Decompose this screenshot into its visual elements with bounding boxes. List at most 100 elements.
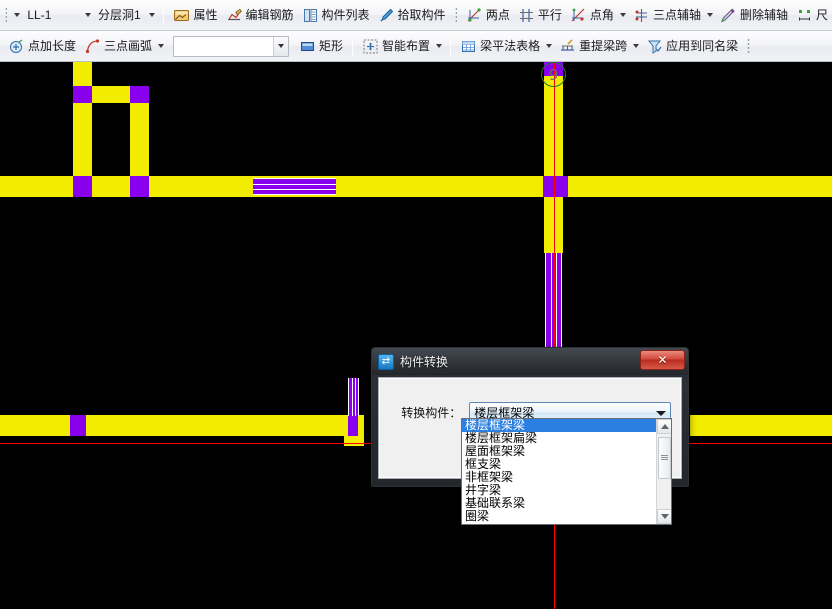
beam-vertical-left[interactable] [73, 103, 92, 178]
column-joint-c[interactable] [73, 176, 92, 197]
beam-horizontal-lower-1[interactable] [0, 415, 70, 436]
component-combo-caret-icon[interactable] [14, 13, 21, 17]
parallel-label: 平行 [537, 8, 562, 22]
conversion-target-label: 转换构件： [401, 406, 462, 420]
pick-component-label: 拾取构件 [397, 8, 446, 22]
beam-horizontal-lower-2[interactable] [86, 415, 344, 436]
component-name-value: LL-1 [27, 8, 52, 22]
selected-beam-horizontal[interactable] [253, 178, 336, 195]
point-add-length-button[interactable]: 点加长度 [4, 35, 80, 58]
point-add-length-icon [8, 38, 25, 55]
toolbar-row-primary: LL-1 分层洞1 属性 编辑钢筋 构件列表 拾取构件 两点 平行 点角 三点辅… [0, 0, 832, 31]
method-select-caret-icon[interactable] [273, 36, 289, 56]
column-joint-e[interactable] [543, 176, 568, 197]
point-angle-icon [570, 7, 587, 24]
axis-bubble-label: 9 [548, 65, 559, 84]
toolbar-row-secondary: 点加长度 三点画弧 矩形 智能布置 梁平法表格 重提梁跨 应用到同名梁 [0, 31, 832, 62]
toolbar-separator-3 [450, 36, 452, 56]
conversion-target-dropdown[interactable]: 楼层框架梁 楼层框架扁梁 屋面框架梁 框支梁 非框架梁 井字梁 基础联系梁 圈梁 [461, 418, 672, 525]
beam-table-caret-icon[interactable] [546, 44, 553, 48]
column-joint-f[interactable] [70, 415, 86, 436]
layer-name-value: 分层洞1 [98, 8, 141, 22]
apply-same-name-button[interactable]: 应用到同名梁 [642, 35, 742, 58]
smart-layout-caret-icon[interactable] [436, 44, 443, 48]
smart-layout-icon [362, 38, 379, 55]
axis-bubble-9[interactable]: 9 [541, 62, 566, 87]
three-point-aux-axis-caret-icon[interactable] [706, 13, 713, 17]
delete-aux-axis-button[interactable]: 删除辅轴 [716, 4, 792, 27]
selected-beam-stub-left[interactable] [348, 378, 359, 416]
column-joint-a[interactable] [73, 86, 92, 103]
chevron-down-icon[interactable] [656, 410, 666, 416]
toolbar-separator-2 [352, 36, 354, 56]
component-list-button[interactable]: 构件列表 [298, 4, 374, 27]
two-point-icon [466, 7, 483, 24]
point-add-length-label: 点加长度 [28, 39, 77, 53]
convert-icon: ⇄ [378, 353, 394, 370]
point-angle-label: 点角 [589, 8, 614, 22]
three-point-aux-axis-label: 三点辅轴 [652, 8, 701, 22]
apply-same-name-icon [646, 38, 663, 55]
beam-vertical-left-2[interactable] [130, 103, 149, 178]
rectangle-button[interactable]: 矩形 [295, 35, 347, 58]
beam-horizontal-top[interactable] [92, 86, 130, 103]
column-joint-d[interactable] [130, 176, 149, 197]
scrollbar-thumb[interactable] [658, 437, 671, 479]
method-select[interactable] [173, 35, 290, 57]
toolbar-grip[interactable] [5, 6, 8, 24]
beam-horizontal-lower-5[interactable] [690, 415, 832, 436]
re-extract-span-caret-icon[interactable] [633, 44, 640, 48]
toolbar-grip-2[interactable] [454, 6, 457, 24]
scroll-down-arrow-icon[interactable] [657, 509, 671, 524]
two-point-button[interactable]: 两点 [462, 4, 514, 27]
beam-horizontal-lower-4[interactable] [358, 415, 364, 436]
dialog-titlebar[interactable]: ⇄ 构件转换 ✕ [372, 348, 688, 375]
beam-vertical-left-top[interactable] [73, 62, 92, 86]
scroll-up-arrow-icon[interactable] [657, 419, 671, 434]
component-list-icon [302, 7, 319, 24]
three-point-arc-icon [84, 38, 101, 55]
properties-button[interactable]: 属性 [169, 4, 221, 27]
three-point-arc-button[interactable]: 三点画弧 [80, 35, 156, 58]
beam-horizontal-main-1[interactable] [0, 176, 73, 197]
delete-aux-axis-label: 删除辅轴 [739, 8, 788, 22]
smart-layout-button[interactable]: 智能布置 [358, 35, 434, 58]
parallel-button[interactable]: 平行 [514, 4, 566, 27]
axis-line-vertical [554, 62, 555, 609]
apply-same-name-label: 应用到同名梁 [666, 39, 739, 53]
pick-component-button[interactable]: 拾取构件 [374, 4, 450, 27]
three-point-arc-caret-icon[interactable] [158, 44, 165, 48]
toolbar-separator [163, 5, 165, 25]
parallel-icon [518, 7, 535, 24]
edit-rebar-button[interactable]: 编辑钢筋 [222, 4, 298, 27]
toolbar-grip-3[interactable] [747, 37, 751, 55]
dimension-button[interactable]: 尺 [792, 4, 832, 27]
point-angle-button[interactable]: 点角 [566, 4, 618, 27]
dimension-icon [796, 7, 813, 24]
pick-component-icon [378, 7, 395, 24]
point-angle-caret-icon[interactable] [619, 13, 626, 17]
column-joint-b[interactable] [130, 86, 149, 103]
layer-combo-caret-icon[interactable] [85, 13, 92, 17]
beam-table-button[interactable]: 梁平法表格 [456, 35, 544, 58]
layer-extra-caret-icon[interactable] [149, 13, 156, 17]
layer-name-field[interactable]: 分层洞1 [94, 4, 147, 27]
component-name-field[interactable]: LL-1 [23, 4, 83, 27]
drawing-canvas[interactable]: 9 [0, 62, 832, 609]
dropdown-option-list[interactable]: 楼层框架梁 楼层框架扁梁 屋面框架梁 框支梁 非框架梁 井字梁 基础联系梁 圈梁 [462, 419, 671, 523]
dimension-label: 尺 [815, 8, 828, 22]
beam-horizontal-main-4[interactable] [568, 176, 832, 197]
edit-rebar-label: 编辑钢筋 [245, 8, 294, 22]
close-icon[interactable]: ✕ [640, 350, 685, 370]
three-point-aux-axis-icon [633, 7, 650, 24]
dropdown-scrollbar[interactable] [656, 419, 671, 524]
dropdown-option[interactable]: 基础联系梁 [462, 497, 657, 510]
column-joint-g[interactable] [348, 415, 358, 436]
beam-stub-left-bottom[interactable] [344, 436, 364, 446]
beam-horizontal-main-3[interactable] [149, 176, 549, 197]
beam-table-label: 梁平法表格 [480, 39, 541, 53]
re-extract-span-button[interactable]: 重提梁跨 [555, 35, 631, 58]
dropdown-option[interactable]: 圈梁 [462, 510, 657, 523]
three-point-aux-axis-button[interactable]: 三点辅轴 [629, 4, 705, 27]
beam-horizontal-main-2[interactable] [92, 176, 130, 197]
